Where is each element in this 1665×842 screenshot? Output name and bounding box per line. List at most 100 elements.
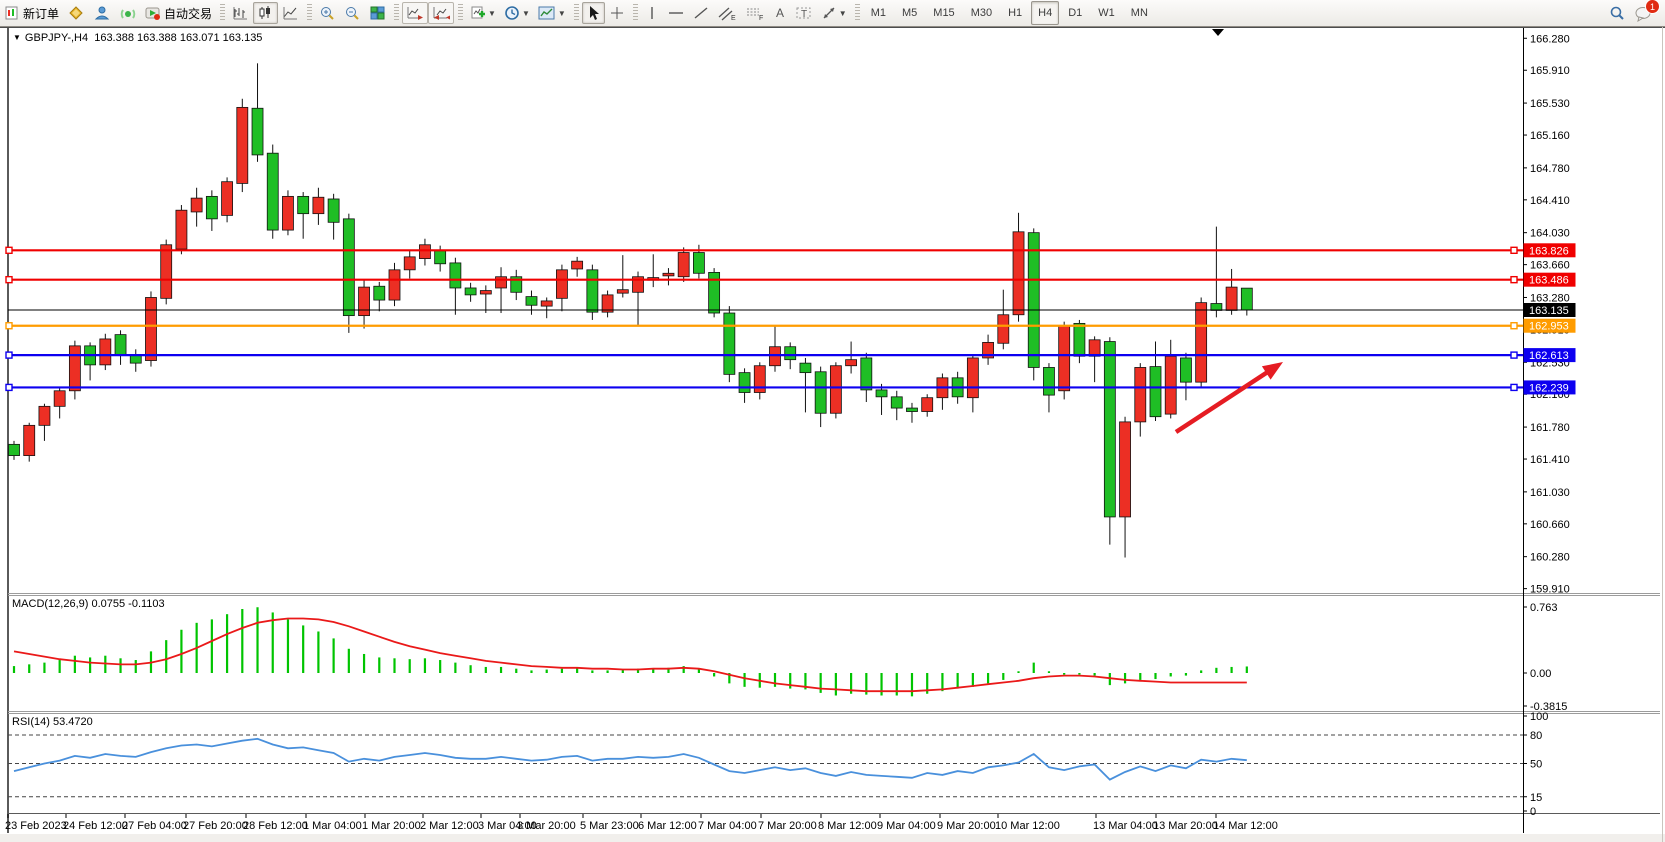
time-tick-label: 27 Feb 04:00 — [122, 820, 187, 832]
timeframe-h4-button[interactable]: H4 — [1031, 1, 1059, 25]
toolbar-grip — [220, 4, 225, 22]
trendline-button[interactable] — [689, 2, 713, 24]
template-dropdown[interactable]: ▼ — [534, 2, 570, 24]
search-button[interactable] — [1604, 2, 1630, 24]
timeframe-m30-button[interactable]: M30 — [964, 1, 999, 25]
candle — [770, 347, 781, 366]
level-handle[interactable] — [1511, 352, 1517, 358]
level-badge-label: 162.953 — [1529, 321, 1569, 333]
vertical-line-button[interactable] — [641, 2, 663, 24]
chevron-down-icon: ▼ — [522, 9, 530, 18]
notification-badge: 1 — [1645, 0, 1660, 14]
search-icon — [1608, 5, 1626, 22]
price-tick-label: 165.160 — [1530, 130, 1570, 142]
template-icon — [538, 5, 556, 21]
cursor-button[interactable] — [582, 2, 605, 24]
horizontal-line-button[interactable] — [663, 2, 689, 24]
zoom-in-button[interactable] — [315, 2, 340, 24]
channel-icon: E — [717, 5, 737, 21]
candle — [450, 263, 461, 288]
candle — [298, 196, 309, 213]
timeframe-m5-button[interactable]: M5 — [895, 1, 924, 25]
auto-scroll-button[interactable] — [402, 2, 428, 24]
candle — [1196, 303, 1207, 382]
candle — [815, 372, 826, 413]
candle — [1028, 233, 1039, 368]
bar-chart-button[interactable] — [228, 2, 253, 24]
collapse-triangle-icon[interactable]: ▼ — [13, 33, 21, 42]
macd-label: MACD(12,26,9) 0.0755 -0.1103 — [12, 598, 165, 610]
text-tool-button[interactable]: A — [769, 2, 791, 24]
timeframe-m15-button[interactable]: M15 — [926, 1, 961, 25]
price-tick-label: 160.280 — [1530, 552, 1570, 564]
chevron-down-icon: ▼ — [488, 9, 496, 18]
toolbar-grip — [633, 4, 638, 22]
svg-text:A: A — [776, 6, 784, 20]
market-button[interactable] — [63, 2, 89, 24]
candle — [419, 245, 430, 259]
level-handle[interactable] — [1511, 323, 1517, 329]
candle — [1013, 232, 1024, 315]
level-badge-label: 162.613 — [1529, 350, 1569, 362]
candle — [724, 313, 735, 374]
toolbar-grip — [307, 4, 312, 22]
channel-button[interactable]: E — [713, 2, 741, 24]
candle — [1180, 358, 1191, 382]
notifications-button[interactable]: 1 — [1630, 2, 1657, 24]
candle — [1089, 340, 1100, 356]
time-tick-label: 28 Feb 12:00 — [243, 820, 308, 832]
zoom-out-button[interactable] — [340, 2, 365, 24]
level-handle[interactable] — [6, 384, 12, 390]
label-tool-button[interactable]: T — [791, 2, 817, 24]
level-badge-label: 162.239 — [1529, 382, 1569, 394]
candle — [663, 273, 674, 276]
trendline-icon — [693, 5, 709, 21]
toolbar-grip — [394, 4, 399, 22]
svg-text:F: F — [759, 15, 763, 21]
chevron-down-icon: ▼ — [839, 9, 847, 18]
candle — [617, 290, 628, 293]
timeframe-m1-button[interactable]: M1 — [864, 1, 893, 25]
candle — [1059, 326, 1070, 391]
candlestick-chart-button[interactable] — [253, 2, 278, 24]
candle — [785, 347, 796, 360]
level-handle[interactable] — [6, 247, 12, 253]
tile-windows-button[interactable] — [365, 2, 390, 24]
new-chart-dropdown[interactable]: ▼ — [466, 2, 500, 24]
signals-button[interactable] — [115, 2, 141, 24]
chart-canvas[interactable]: 166.280165.910165.530165.160164.780164.4… — [0, 27, 1665, 842]
fibonacci-button[interactable]: F — [741, 2, 769, 24]
line-chart-button[interactable] — [278, 2, 303, 24]
price-tick-label: 165.530 — [1530, 98, 1570, 110]
autotrading-icon — [145, 5, 161, 21]
candle — [1165, 356, 1176, 414]
level-handle[interactable] — [6, 323, 12, 329]
timeframe-d1-button[interactable]: D1 — [1061, 1, 1089, 25]
crosshair-icon — [609, 5, 625, 21]
candle — [891, 397, 902, 408]
new-order-button[interactable]: 新订单 — [0, 2, 63, 24]
time-tick-label: 8 Mar 12:00 — [818, 820, 877, 832]
level-handle[interactable] — [6, 352, 12, 358]
timeframe-w1-button[interactable]: W1 — [1091, 1, 1122, 25]
price-tick-label: 165.910 — [1530, 65, 1570, 77]
timeframe-h1-button[interactable]: H1 — [1001, 1, 1029, 25]
candle — [998, 315, 1009, 344]
autotrading-button[interactable]: 自动交易 — [141, 2, 216, 24]
community-button[interactable] — [89, 2, 115, 24]
time-tick-label: 13 Mar 04:00 — [1093, 820, 1158, 832]
timeframe-mn-button[interactable]: MN — [1124, 1, 1155, 25]
period-dropdown[interactable]: ▼ — [500, 2, 534, 24]
level-handle[interactable] — [1511, 247, 1517, 253]
level-handle[interactable] — [6, 277, 12, 283]
time-tick-label: 13 Mar 20:00 — [1153, 820, 1218, 832]
level-handle[interactable] — [1511, 277, 1517, 283]
crosshair-button[interactable] — [605, 2, 629, 24]
auto-scroll-icon — [406, 5, 424, 21]
rsi-tick-label: 0 — [1530, 806, 1536, 818]
level-handle[interactable] — [1511, 384, 1517, 390]
horizontal-line-icon — [667, 5, 685, 21]
shapes-dropdown[interactable]: ▼ — [817, 2, 851, 24]
chart-shift-button[interactable] — [428, 2, 454, 24]
candle — [1241, 288, 1252, 310]
